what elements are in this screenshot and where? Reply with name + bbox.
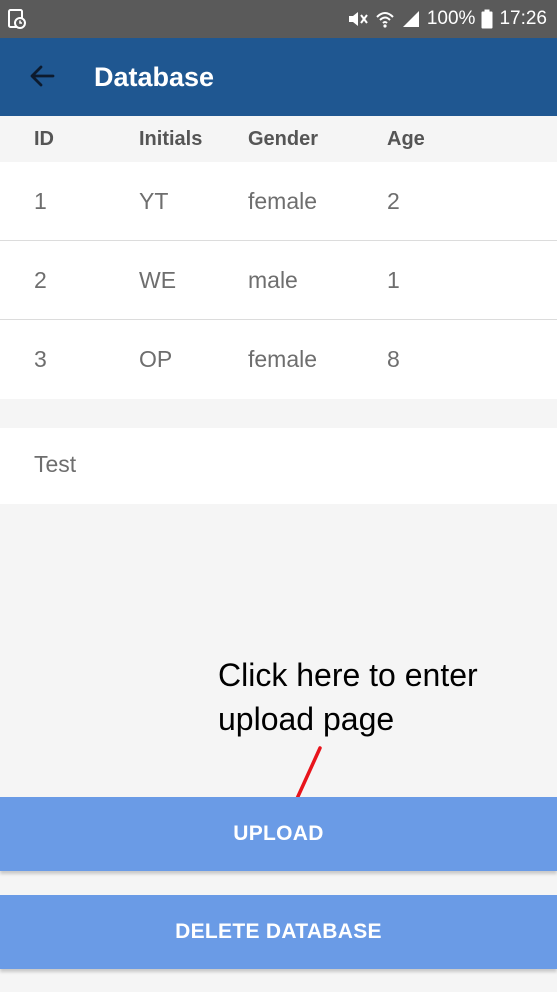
cell-age: 8 bbox=[387, 346, 400, 372]
column-header-gender: Gender bbox=[248, 127, 319, 150]
column-header-id: ID bbox=[34, 127, 54, 150]
arrow-back-icon bbox=[29, 64, 55, 93]
annotation-text: Click here to enter upload page bbox=[218, 657, 478, 737]
table-row[interactable]: 1 YT female 2 bbox=[0, 162, 557, 241]
wifi-icon bbox=[375, 9, 395, 29]
cell-initials: WE bbox=[139, 266, 177, 293]
table-row[interactable]: 2 WE male 1 bbox=[0, 241, 557, 320]
column-header-age: Age bbox=[387, 127, 425, 150]
test-list-item[interactable]: Test bbox=[0, 428, 557, 504]
cell-age: 2 bbox=[387, 187, 400, 214]
test-label: Test bbox=[34, 451, 77, 477]
clock: 17:26 bbox=[499, 8, 547, 29]
table-body: 1 YT female 2 2 WE male 1 3 OP female 8 bbox=[0, 162, 557, 399]
cell-gender: female bbox=[248, 346, 318, 372]
app-bar: Database bbox=[0, 38, 557, 116]
page-title: Database bbox=[94, 62, 215, 92]
upload-button[interactable]: UPLOAD bbox=[0, 797, 557, 871]
cell-id: 2 bbox=[34, 266, 47, 293]
table-row[interactable]: 3 OP female 8 bbox=[0, 320, 557, 399]
battery-icon bbox=[481, 9, 493, 29]
cell-gender: female bbox=[248, 187, 318, 214]
status-bar: 100% 17:26 bbox=[0, 0, 557, 38]
delete-database-button[interactable]: DELETE DATABASE bbox=[0, 895, 557, 969]
cell-id: 1 bbox=[34, 187, 47, 214]
screenshot-icon bbox=[8, 9, 26, 29]
battery-text: 100% bbox=[426, 8, 476, 29]
cell-initials: OP bbox=[139, 346, 173, 372]
back-button[interactable] bbox=[22, 58, 62, 98]
cell-gender: male bbox=[248, 266, 298, 293]
cell-initials: YT bbox=[139, 187, 169, 214]
mute-icon bbox=[347, 9, 369, 29]
signal-icon bbox=[401, 9, 421, 29]
table-header: ID Initials Gender Age bbox=[0, 116, 557, 162]
cell-id: 3 bbox=[34, 346, 47, 372]
cell-age: 1 bbox=[387, 266, 400, 293]
column-header-initials: Initials bbox=[139, 127, 203, 150]
